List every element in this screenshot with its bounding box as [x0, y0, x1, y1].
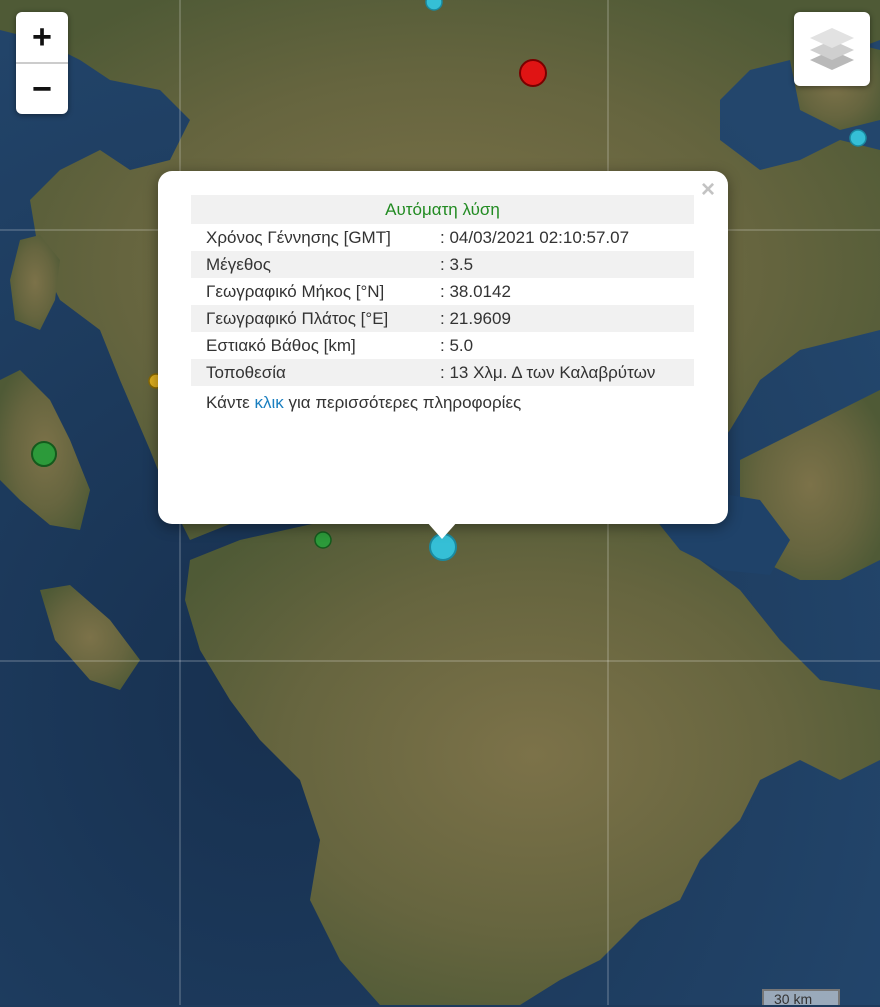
- popup-close-button[interactable]: ×: [696, 175, 720, 205]
- quake-marker-cyan: [849, 129, 867, 147]
- quake-marker-cyan: [425, 0, 443, 11]
- row-key: Γεωγραφικό Μήκος [°N]: [206, 282, 385, 301]
- zoom-out-button[interactable]: −: [16, 62, 68, 114]
- zoom-in-button[interactable]: +: [16, 12, 68, 62]
- row-value: : 21.9609: [435, 305, 694, 332]
- popup-content: Αυτόματη λύση Χρόνος Γέννησης [GMT] : 04…: [191, 195, 694, 414]
- table-row: Γεωγραφικό Πλάτος [°E] : 21.9609: [191, 305, 694, 332]
- more-info-suffix: για περισσότερες πληροφορίες: [283, 393, 522, 412]
- quake-info-table: Αυτόματη λύση Χρόνος Γέννησης [GMT] : 04…: [191, 195, 694, 386]
- quake-marker-green: [314, 531, 332, 549]
- popup-tip: [426, 521, 458, 539]
- solution-type-header: Αυτόματη λύση: [191, 195, 694, 224]
- table-row: Μέγεθος : 3.5: [191, 251, 694, 278]
- table-row: Χρόνος Γέννησης [GMT] : 04/03/2021 02:10…: [191, 224, 694, 251]
- row-value: : 38.0142: [440, 282, 511, 301]
- quake-marker-green: [31, 441, 57, 467]
- table-header-row: Αυτόματη λύση: [191, 195, 694, 224]
- more-info-link[interactable]: κλικ: [254, 393, 283, 412]
- earthquake-popup: × Αυτόματη λύση Χρόνος Γέννησης [GMT] : …: [158, 171, 728, 524]
- more-info-line: Κάντε κλικ για περισσότερες πληροφορίες: [191, 392, 694, 414]
- row-key: Γεωγραφικό Πλάτος [°E]: [191, 305, 435, 332]
- row-value: : 5.0: [440, 336, 474, 355]
- map-scale: 30 km: [762, 989, 840, 1007]
- zoom-control: + −: [16, 12, 68, 114]
- table-row: Εστιακό Βάθος [km] : 5.0: [191, 332, 694, 359]
- row-key: Χρόνος Γέννησης [GMT]: [206, 228, 391, 247]
- table-row: Τοποθεσία : 13 Χλμ. Δ των Καλαβρύτων: [191, 359, 694, 386]
- row-value: : 3.5: [435, 251, 694, 278]
- row-key: Μέγεθος: [191, 251, 435, 278]
- more-info-prefix: Κάντε: [206, 393, 255, 412]
- row-key: Τοποθεσία: [191, 359, 435, 386]
- row-value: : 13 Χλμ. Δ των Καλαβρύτων: [435, 359, 694, 386]
- layers-button[interactable]: [794, 12, 870, 86]
- quake-marker-red: [519, 59, 547, 87]
- layers-icon: [810, 28, 854, 70]
- row-key: Εστιακό Βάθος [km]: [206, 336, 356, 355]
- table-row: Γεωγραφικό Μήκος [°N] : 38.0142: [191, 278, 694, 305]
- row-value: : 04/03/2021 02:10:57.07: [440, 228, 630, 247]
